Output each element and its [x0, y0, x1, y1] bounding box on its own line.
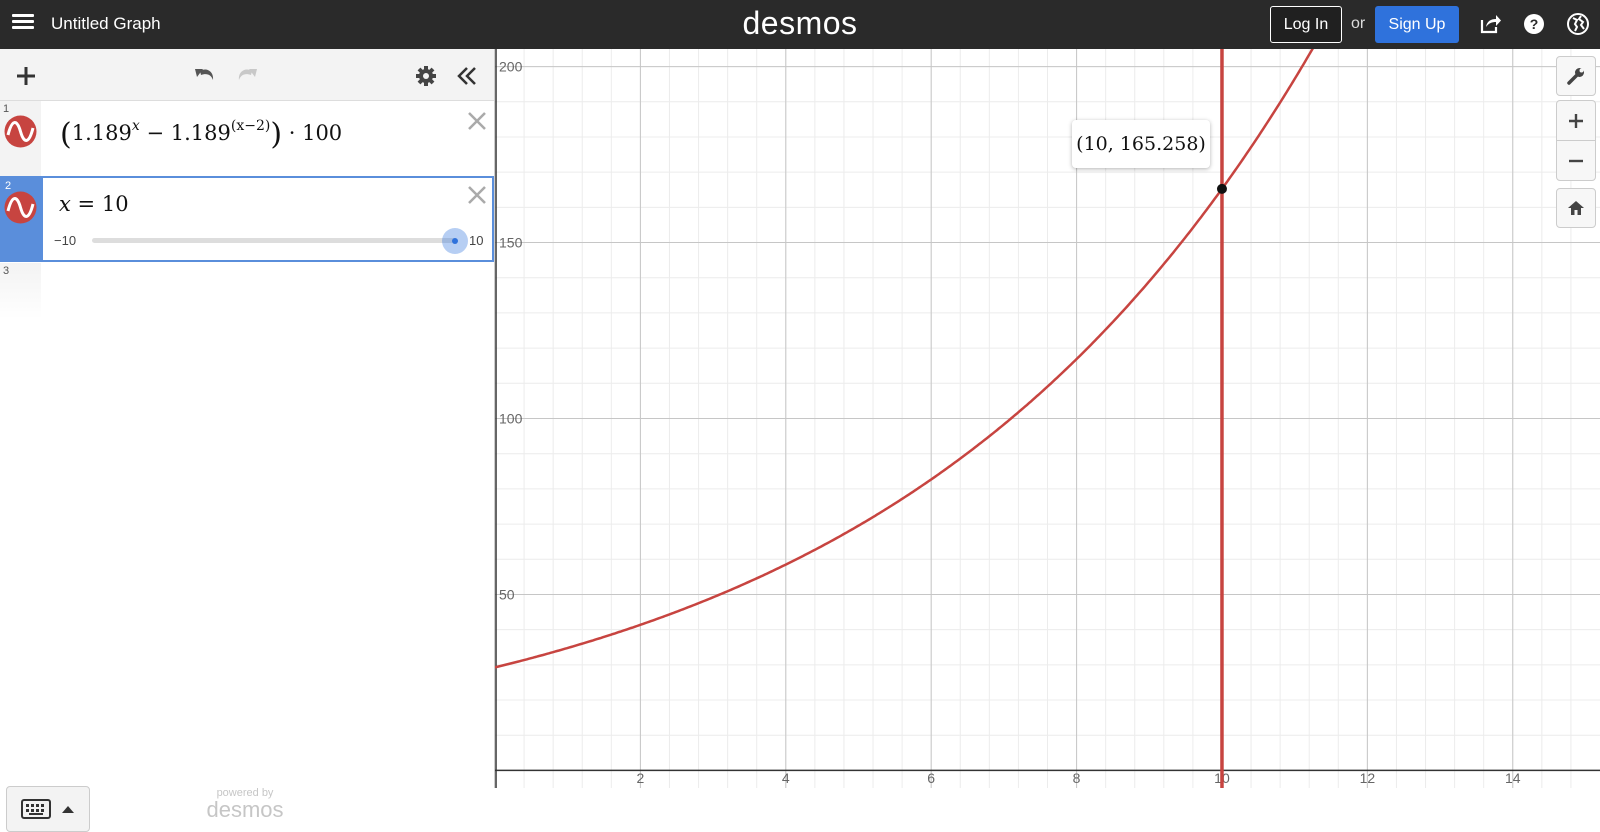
x-tick-label: 4: [782, 770, 790, 786]
minus-icon: [1569, 159, 1583, 163]
redo-icon[interactable]: [234, 63, 260, 89]
svg-text:?: ?: [1530, 16, 1539, 32]
plus-icon: [1569, 114, 1583, 128]
y-tick-label: 150: [499, 235, 523, 251]
zoom-in-button[interactable]: [1557, 101, 1595, 141]
default-viewport-button[interactable]: [1556, 188, 1596, 228]
graph-title[interactable]: Untitled Graph: [51, 14, 161, 34]
exponential-curve[interactable]: [495, 49, 1339, 669]
y-tick-label: 200: [499, 59, 523, 75]
expression-row[interactable]: 1 (1.189x − 1.189(x−2)) · 100: [0, 101, 494, 178]
add-item-icon[interactable]: [13, 63, 39, 89]
slider-max-label[interactable]: 10: [469, 233, 483, 248]
globe-icon[interactable]: [1566, 12, 1590, 36]
undo-icon[interactable]: [192, 63, 218, 89]
top-bar: Untitled Graph desmos Log In or Sign Up …: [0, 0, 1600, 49]
x-tick-label: 2: [636, 770, 644, 786]
curve-icon[interactable]: [4, 191, 37, 224]
graph-canvas[interactable]: 246810121420015010050: [495, 49, 1600, 788]
x-tick-label: 14: [1505, 770, 1521, 786]
curve-icon[interactable]: [4, 115, 37, 148]
delete-expression-icon[interactable]: [466, 184, 488, 206]
graph-settings-button[interactable]: [1556, 56, 1596, 96]
intersection-point[interactable]: [1216, 183, 1227, 194]
caret-up-icon: [62, 806, 74, 813]
wrench-icon: [1567, 68, 1584, 85]
login-button[interactable]: Log In: [1270, 6, 1342, 43]
keypad-toggle-button[interactable]: [6, 786, 90, 832]
point-coordinate-label: (10, 165.258): [1072, 120, 1210, 168]
x-tick-label: 6: [927, 770, 935, 786]
delete-expression-icon[interactable]: [466, 110, 488, 132]
y-tick-label: 100: [499, 411, 523, 427]
slider-handle-dot: [452, 238, 458, 244]
x-tick-label: 8: [1073, 770, 1081, 786]
or-text: or: [1351, 15, 1366, 32]
settings-gear-icon[interactable]: [413, 63, 439, 89]
powered-by-desmos[interactable]: powered by desmos: [200, 787, 290, 821]
slider-min-label[interactable]: −10: [54, 233, 76, 248]
expression-number: 1: [3, 103, 10, 115]
expression-row-active[interactable]: 2 x = 10 −10 10: [0, 176, 494, 262]
expression-number: 3: [3, 265, 10, 277]
signup-button[interactable]: Sign Up: [1375, 6, 1459, 43]
zoom-controls: [1556, 100, 1596, 181]
expression-panel: 1 (1.189x − 1.189(x−2)) · 100 2 x = 10 −…: [0, 49, 495, 832]
graph-paper[interactable]: 246810121420015010050 (10, 165.258): [495, 49, 1600, 788]
expression-toolbar: [0, 49, 494, 101]
hamburger-menu-icon[interactable]: [12, 12, 34, 34]
home-icon: [1568, 201, 1584, 215]
keyboard-icon: [21, 799, 51, 819]
x-tick-label: 12: [1360, 770, 1376, 786]
expression-math[interactable]: x = 10: [59, 192, 129, 216]
share-icon[interactable]: [1478, 12, 1502, 36]
expression-math[interactable]: (1.189x − 1.189(x−2)) · 100: [60, 117, 342, 152]
help-icon[interactable]: ?: [1522, 12, 1546, 36]
collapse-panel-icon[interactable]: [454, 63, 480, 89]
slider-track[interactable]: [92, 238, 456, 243]
zoom-out-button[interactable]: [1557, 141, 1595, 181]
y-tick-label: 50: [499, 586, 515, 602]
